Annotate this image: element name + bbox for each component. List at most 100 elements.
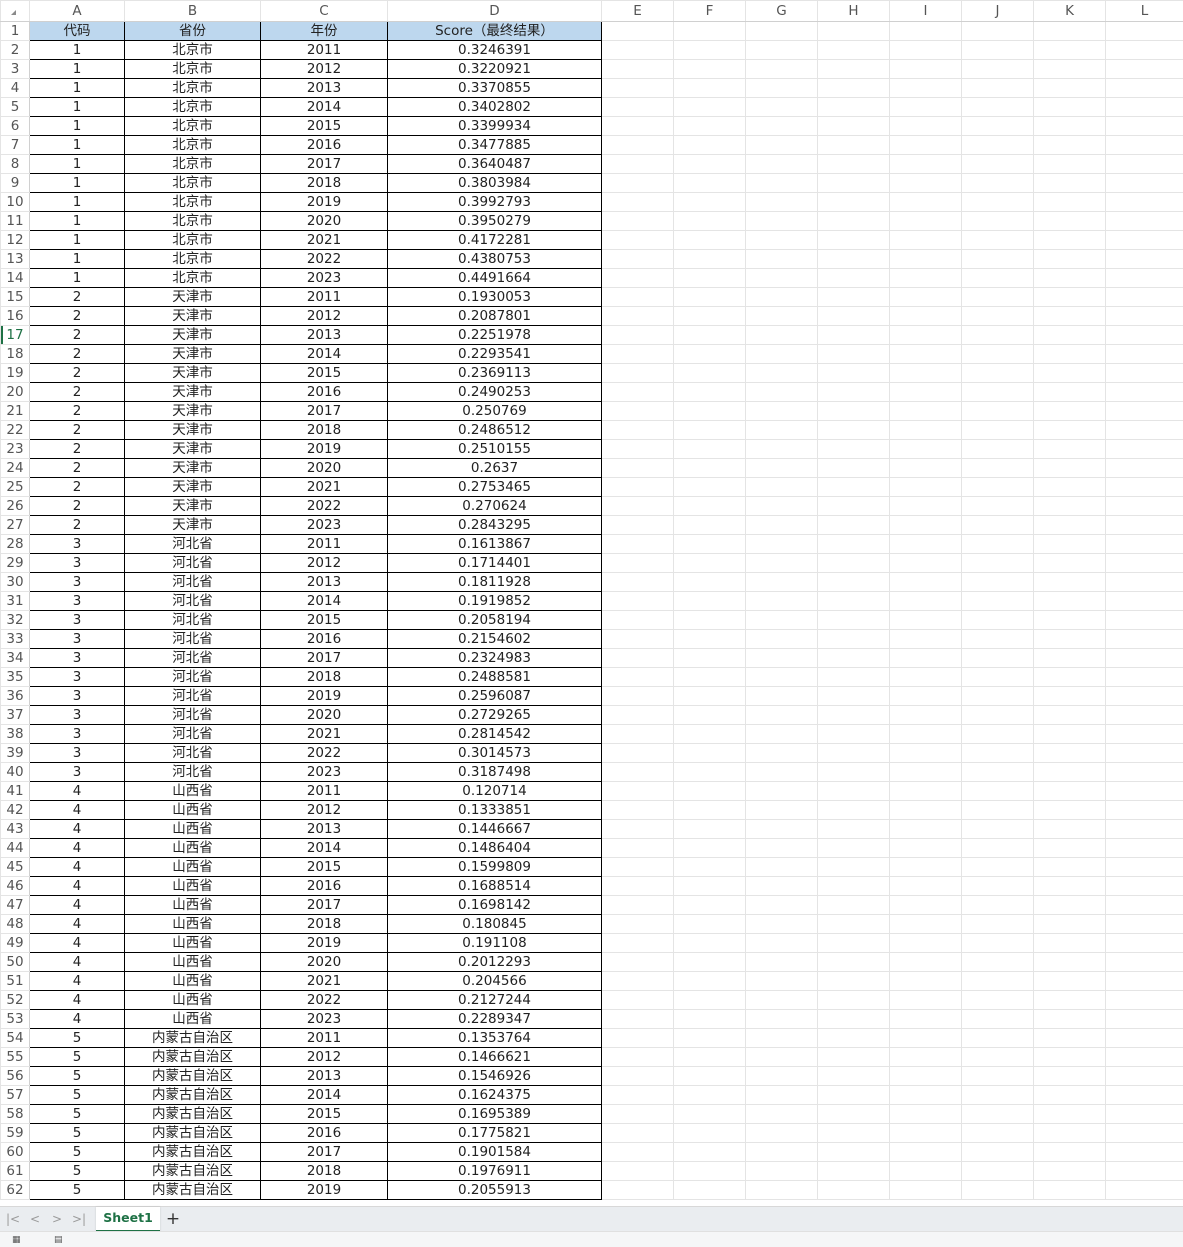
data-cell[interactable]: 5 — [30, 1048, 125, 1067]
empty-cell[interactable] — [1034, 1029, 1106, 1048]
empty-cell[interactable] — [602, 1143, 674, 1162]
empty-cell[interactable] — [602, 554, 674, 573]
empty-cell[interactable] — [1034, 630, 1106, 649]
empty-cell[interactable] — [602, 1162, 674, 1181]
empty-cell[interactable] — [1034, 839, 1106, 858]
empty-cell[interactable] — [962, 630, 1034, 649]
row-number[interactable]: 59 — [1, 1124, 30, 1143]
empty-cell[interactable] — [674, 611, 746, 630]
data-cell[interactable]: 0.1811928 — [388, 573, 602, 592]
empty-cell[interactable] — [890, 782, 962, 801]
data-cell[interactable]: 2015 — [261, 858, 388, 877]
empty-cell[interactable] — [1106, 554, 1183, 573]
empty-cell[interactable] — [962, 1162, 1034, 1181]
empty-cell[interactable] — [962, 459, 1034, 478]
empty-cell[interactable] — [890, 592, 962, 611]
empty-cell[interactable] — [746, 497, 818, 516]
empty-cell[interactable] — [746, 402, 818, 421]
empty-cell[interactable] — [1034, 820, 1106, 839]
empty-cell[interactable] — [890, 1181, 962, 1200]
data-cell[interactable]: 2012 — [261, 554, 388, 573]
empty-cell[interactable] — [890, 934, 962, 953]
data-cell[interactable]: 1 — [30, 41, 125, 60]
empty-cell[interactable] — [746, 1124, 818, 1143]
empty-cell[interactable] — [962, 136, 1034, 155]
data-cell[interactable]: 2017 — [261, 155, 388, 174]
empty-cell[interactable] — [746, 326, 818, 345]
empty-cell[interactable] — [674, 478, 746, 497]
data-cell[interactable]: 1 — [30, 155, 125, 174]
data-cell[interactable]: 北京市 — [125, 155, 261, 174]
empty-cell[interactable] — [1034, 1048, 1106, 1067]
empty-cell[interactable] — [962, 839, 1034, 858]
row-number[interactable]: 8 — [1, 155, 30, 174]
empty-cell[interactable] — [746, 307, 818, 326]
row-number[interactable]: 10 — [1, 193, 30, 212]
empty-cell[interactable] — [746, 535, 818, 554]
data-cell[interactable]: 0.2058194 — [388, 611, 602, 630]
empty-cell[interactable] — [746, 60, 818, 79]
empty-cell[interactable] — [1106, 383, 1183, 402]
empty-cell[interactable] — [1106, 668, 1183, 687]
empty-cell[interactable] — [962, 478, 1034, 497]
empty-cell[interactable] — [1034, 934, 1106, 953]
empty-cell[interactable] — [1034, 193, 1106, 212]
empty-cell[interactable] — [1034, 307, 1106, 326]
data-cell[interactable]: 天津市 — [125, 402, 261, 421]
column-header-d[interactable]: D — [388, 1, 602, 22]
empty-cell[interactable] — [602, 687, 674, 706]
empty-cell[interactable] — [1034, 611, 1106, 630]
empty-cell[interactable] — [602, 991, 674, 1010]
empty-cell[interactable] — [962, 174, 1034, 193]
empty-cell[interactable] — [602, 212, 674, 231]
row-number[interactable]: 55 — [1, 1048, 30, 1067]
data-cell[interactable]: 3 — [30, 668, 125, 687]
empty-cell[interactable] — [818, 193, 890, 212]
data-cell[interactable]: 河北省 — [125, 706, 261, 725]
row-number[interactable]: 3 — [1, 60, 30, 79]
data-cell[interactable]: 2011 — [261, 535, 388, 554]
empty-cell[interactable] — [1034, 98, 1106, 117]
empty-cell[interactable] — [818, 687, 890, 706]
empty-cell[interactable] — [962, 801, 1034, 820]
empty-cell[interactable] — [674, 1048, 746, 1067]
data-cell[interactable]: 5 — [30, 1181, 125, 1200]
data-cell[interactable]: 内蒙古自治区 — [125, 1162, 261, 1181]
empty-cell[interactable] — [602, 611, 674, 630]
column-header-c[interactable]: C — [261, 1, 388, 22]
data-cell[interactable]: 0.2055913 — [388, 1181, 602, 1200]
data-cell[interactable]: 3 — [30, 554, 125, 573]
data-cell[interactable]: 0.250769 — [388, 402, 602, 421]
empty-cell[interactable] — [602, 459, 674, 478]
data-cell[interactable]: 0.2012293 — [388, 953, 602, 972]
data-cell[interactable]: 2019 — [261, 193, 388, 212]
empty-cell[interactable] — [962, 991, 1034, 1010]
empty-cell[interactable] — [1106, 782, 1183, 801]
empty-cell[interactable] — [818, 402, 890, 421]
empty-cell[interactable] — [818, 326, 890, 345]
empty-cell[interactable] — [674, 117, 746, 136]
empty-cell[interactable] — [674, 668, 746, 687]
macro-record-icon[interactable]: ▦ — [12, 1234, 21, 1246]
data-cell[interactable]: 2 — [30, 307, 125, 326]
data-cell[interactable]: 山西省 — [125, 858, 261, 877]
empty-cell[interactable] — [1034, 706, 1106, 725]
sheet-view-icon[interactable]: ▤ — [54, 1234, 63, 1246]
empty-cell[interactable] — [1034, 1124, 1106, 1143]
empty-cell[interactable] — [962, 421, 1034, 440]
data-cell[interactable]: 0.1486404 — [388, 839, 602, 858]
data-cell[interactable]: 内蒙古自治区 — [125, 1181, 261, 1200]
empty-cell[interactable] — [1034, 41, 1106, 60]
data-cell[interactable]: 4 — [30, 953, 125, 972]
empty-cell[interactable] — [674, 269, 746, 288]
data-cell[interactable]: 2 — [30, 345, 125, 364]
empty-cell[interactable] — [746, 744, 818, 763]
row-number[interactable]: 22 — [1, 421, 30, 440]
data-cell[interactable]: 0.1688514 — [388, 877, 602, 896]
empty-cell[interactable] — [746, 554, 818, 573]
empty-cell[interactable] — [818, 858, 890, 877]
empty-cell[interactable] — [602, 915, 674, 934]
empty-cell[interactable] — [890, 1162, 962, 1181]
empty-cell[interactable] — [890, 1105, 962, 1124]
data-cell[interactable]: 2 — [30, 364, 125, 383]
